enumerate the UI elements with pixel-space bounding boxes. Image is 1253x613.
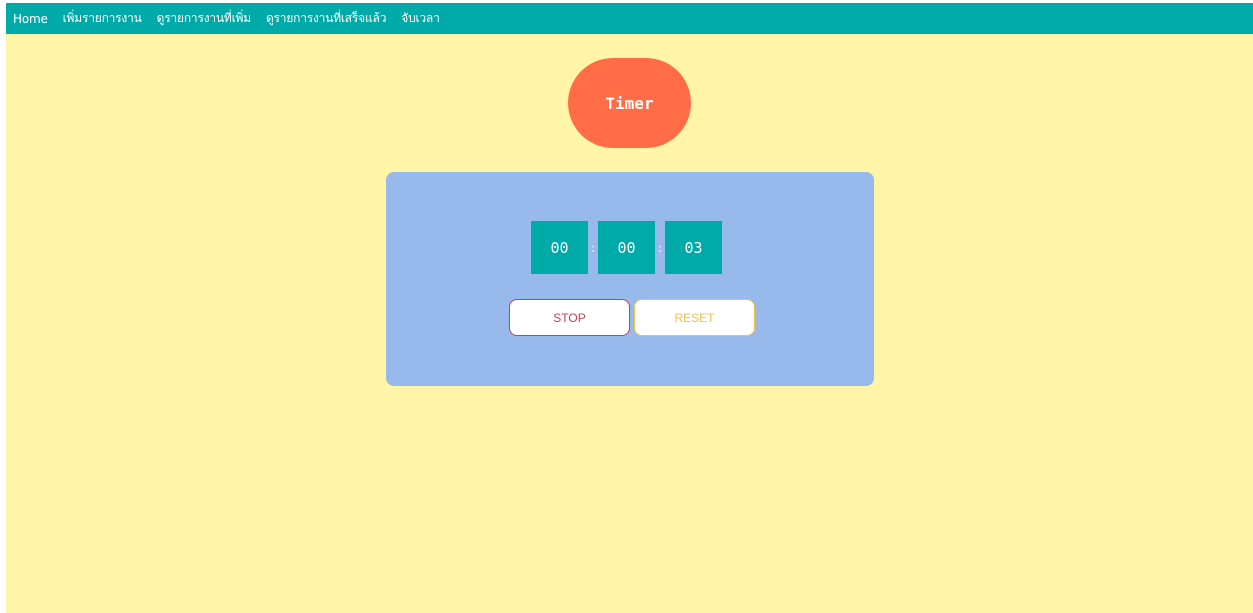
timer-separator: : bbox=[589, 240, 597, 255]
nav-link-timer[interactable]: จับเวลา bbox=[401, 9, 440, 28]
timer-seconds: 03 bbox=[665, 221, 722, 274]
nav-link-view-added-tasks[interactable]: ดูรายการงานที่เพิ่ม bbox=[157, 9, 251, 28]
timer-minutes: 00 bbox=[598, 221, 655, 274]
top-navbar: Home เพิ่มรายการงาน ดูรายการงานที่เพิ่ม … bbox=[6, 3, 1253, 34]
timer-card: 00 : 00 : 03 STOP RESET bbox=[386, 172, 874, 386]
page-title: Timer bbox=[568, 58, 691, 148]
stop-button[interactable]: STOP bbox=[509, 299, 630, 336]
nav-link-home[interactable]: Home bbox=[13, 12, 48, 26]
timer-hours: 00 bbox=[531, 221, 588, 274]
timer-separator: : bbox=[656, 240, 664, 255]
page-frame: Home เพิ่มรายการงาน ดูรายการงานที่เพิ่ม … bbox=[6, 3, 1253, 613]
reset-button[interactable]: RESET bbox=[634, 299, 755, 336]
nav-link-add-task[interactable]: เพิ่มรายการงาน bbox=[63, 9, 142, 28]
nav-link-view-completed-tasks[interactable]: ดูรายการงานที่เสร็จแล้ว bbox=[266, 9, 386, 28]
